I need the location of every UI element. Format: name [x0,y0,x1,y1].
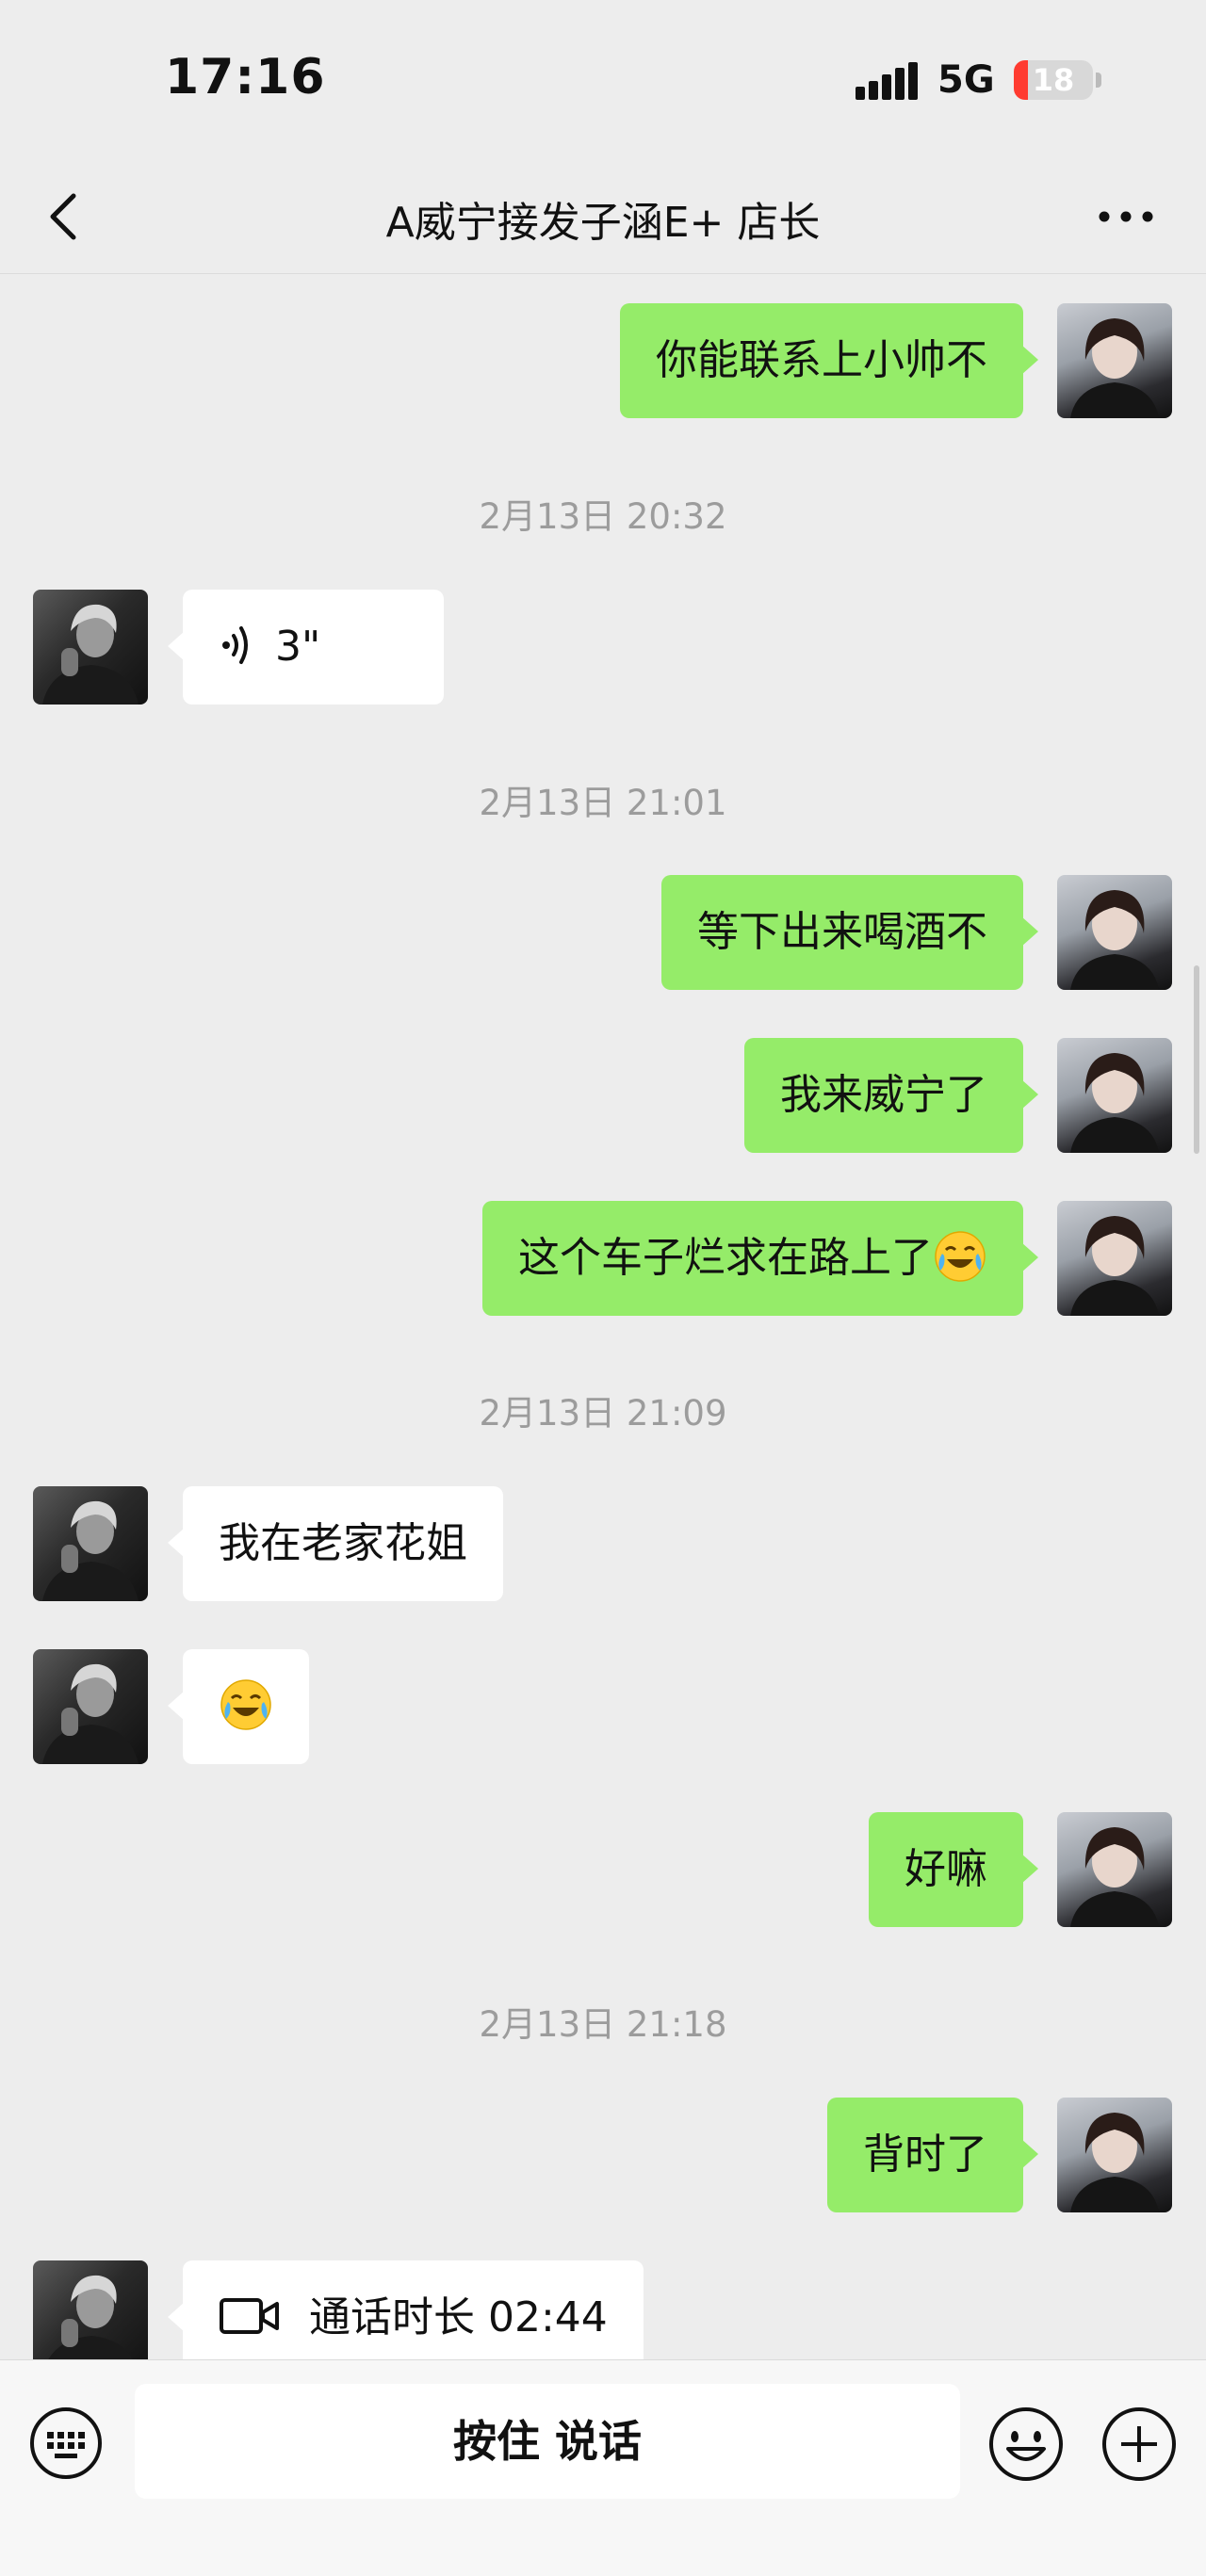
status-bar: 17:16 5G 18 [0,0,1206,160]
message-bubble[interactable]: 你能联系上小帅不 [620,303,1038,418]
status-time: 17:16 [165,49,326,105]
message-row [0,1649,1206,1764]
avatar[interactable] [1057,2098,1172,2212]
back-button[interactable] [38,188,94,245]
emoji-button[interactable] [987,2406,1065,2483]
avatar[interactable] [1057,1201,1172,1316]
avatar[interactable] [1057,1038,1172,1153]
message-bubble[interactable]: 我来威宁了 [744,1038,1038,1153]
plus-icon [1102,2407,1176,2481]
avatar[interactable] [1057,303,1172,418]
message-row: 好嘛 [0,1812,1206,1927]
battery-icon: 18 [1014,60,1093,100]
timestamp: 2月13日 21:18 [479,2004,727,2045]
voice-message-bubble[interactable]: 3" [168,590,444,705]
scrollbar[interactable] [1194,965,1199,1154]
emoji-message-bubble[interactable] [168,1649,309,1764]
message-row: 我在老家花姐 [0,1486,1206,1601]
avatar[interactable] [33,1486,148,1601]
message-bubble[interactable]: 等下出来喝酒不 [661,875,1038,990]
message-row: 等下出来喝酒不 [0,875,1206,990]
message-row: 3" [0,590,1206,705]
avatar[interactable] [33,590,148,705]
video-call-bubble[interactable]: 通话时长 02:44 [168,2260,644,2359]
chevron-left-icon [50,193,76,240]
avatar[interactable] [33,2260,148,2359]
battery-tip [1096,73,1101,88]
timestamp: 2月13日 21:01 [479,783,727,823]
smiley-icon [989,2407,1063,2481]
more-dots-icon [1099,211,1153,222]
voice-wave-icon [222,626,248,664]
avatar[interactable] [1057,875,1172,990]
message-row: 这个车子烂求在路上了 [0,1201,1206,1316]
message-bubble[interactable]: 我在老家花姐 [168,1486,503,1601]
network-type: 5G [937,58,995,102]
message-row: 你能联系上小帅不 [0,303,1206,418]
more-functions-button[interactable] [1100,2406,1178,2483]
message-row: 通话时长 02:44 [0,2260,1206,2359]
chat-header: A威宁接发子涵E+ 店长 [0,160,1206,274]
video-camera-icon [220,2298,279,2334]
message-row: 我来威宁了 [0,1038,1206,1153]
crying-laughing-emoji-icon [935,1231,986,1282]
battery-percent: 18 [1032,62,1075,98]
tears-of-joy-emoji-icon [220,1679,271,1730]
message-bubble[interactable]: 背时了 [827,2098,1038,2212]
hold-to-talk-button[interactable]: 按住 说话 [135,2384,960,2499]
more-options-button[interactable] [1093,188,1159,245]
message-row: 背时了 [0,2098,1206,2212]
cellular-signal-icon [856,62,918,100]
voice-duration: 3" [275,623,321,671]
timestamp: 2月13日 21:09 [479,1393,727,1434]
call-duration: 通话时长 02:44 [309,2293,608,2341]
message-list[interactable]: 你能联系上小帅不 2月13日 20:32 3" 2月13日 21:01 等下出来… [0,273,1206,2359]
timestamp: 2月13日 20:32 [479,496,727,537]
chat-title: A威宁接发子涵E+ 店长 [385,199,821,247]
keyboard-toggle-button[interactable] [28,2406,104,2481]
message-bubble[interactable]: 这个车子烂求在路上了 [482,1201,1038,1316]
message-text: 这个车子烂求在路上了 [518,1234,933,1282]
keyboard-icon [30,2407,102,2479]
message-bubble[interactable]: 好嘛 [869,1812,1038,1927]
avatar[interactable] [1057,1812,1172,1927]
input-bar: 按住 说话 [0,2359,1206,2576]
avatar[interactable] [33,1649,148,1764]
